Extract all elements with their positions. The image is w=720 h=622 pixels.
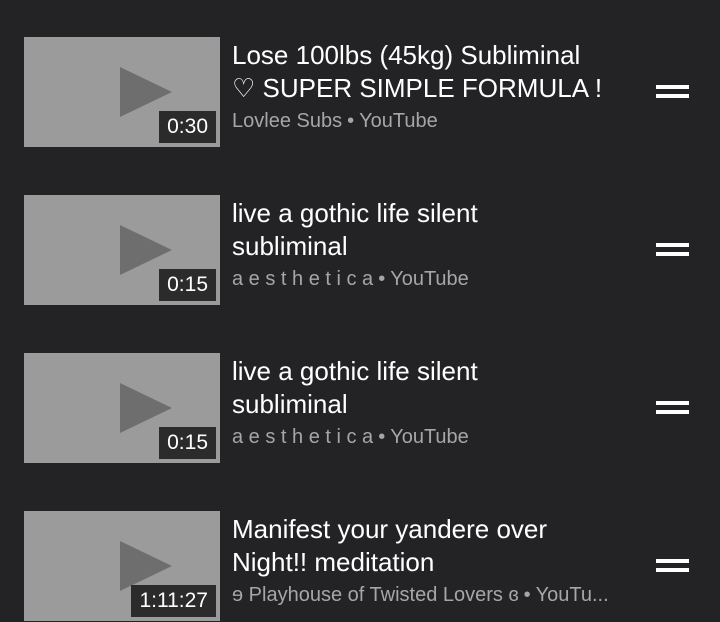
play-icon	[120, 541, 172, 591]
video-thumbnail[interactable]: 0:30	[24, 37, 220, 147]
video-source: YouTube	[390, 268, 469, 290]
playlist-item[interactable]: 0:15 live a gothic life silent sublimina…	[0, 353, 720, 463]
channel-name: a e s t h e t i c a	[232, 426, 374, 448]
video-source: YouTube	[359, 110, 438, 132]
playlist-item[interactable]: 1:11:27 Manifest your yandere over Night…	[0, 511, 720, 621]
drag-handle-icon[interactable]	[656, 243, 689, 257]
meta-separator: •	[523, 584, 531, 606]
meta-separator: •	[378, 268, 386, 290]
video-meta: a e s t h e t i c a • YouTube	[232, 423, 640, 451]
video-title: live a gothic life silent subliminal	[232, 356, 478, 419]
video-thumbnail[interactable]: 0:15	[24, 353, 220, 463]
video-source: YouTube	[390, 426, 469, 448]
video-meta: ɘ Playhouse of Twisted Lovers ɞ • YouTu...	[232, 581, 640, 609]
video-thumbnail[interactable]: 1:11:27	[24, 511, 220, 621]
play-icon	[120, 225, 172, 275]
duration-badge: 0:15	[159, 427, 216, 459]
video-thumbnail[interactable]: 0:15	[24, 195, 220, 305]
duration-badge: 0:30	[159, 111, 216, 143]
play-icon	[120, 67, 172, 117]
channel-name: ɘ Playhouse of Twisted Lovers ɞ	[232, 584, 519, 606]
video-info[interactable]: live a gothic life silent subliminal a e…	[232, 197, 640, 293]
video-title: Manifest your yandere over Night!! medit…	[232, 514, 548, 577]
video-meta: Lovlee Subs • YouTube	[232, 107, 640, 135]
video-info[interactable]: Manifest your yandere over Night!! medit…	[232, 513, 640, 609]
drag-handle-icon[interactable]	[656, 85, 689, 99]
video-title: live a gothic life silent subliminal	[232, 198, 478, 261]
drag-handle-icon[interactable]	[656, 559, 689, 573]
video-info[interactable]: live a gothic life silent subliminal a e…	[232, 355, 640, 451]
meta-separator: •	[347, 110, 355, 132]
playlist-item[interactable]: 0:15 live a gothic life silent sublimina…	[0, 195, 720, 305]
meta-separator: •	[378, 426, 386, 448]
playlist: 0:30 Lose 100lbs (45kg) Subliminal ♡ SUP…	[0, 0, 720, 622]
drag-handle-icon[interactable]	[656, 401, 689, 415]
video-info[interactable]: Lose 100lbs (45kg) Subliminal ♡ SUPER SI…	[232, 39, 640, 135]
video-title: Lose 100lbs (45kg) Subliminal ♡ SUPER SI…	[232, 40, 603, 103]
channel-name: a e s t h e t i c a	[232, 268, 374, 290]
play-icon	[120, 383, 172, 433]
duration-badge: 1:11:27	[131, 585, 216, 617]
playlist-item[interactable]: 0:30 Lose 100lbs (45kg) Subliminal ♡ SUP…	[0, 37, 720, 147]
video-meta: a e s t h e t i c a • YouTube	[232, 265, 640, 293]
channel-name: Lovlee Subs	[232, 110, 343, 132]
video-source: YouTu...	[535, 584, 609, 606]
duration-badge: 0:15	[159, 269, 216, 301]
